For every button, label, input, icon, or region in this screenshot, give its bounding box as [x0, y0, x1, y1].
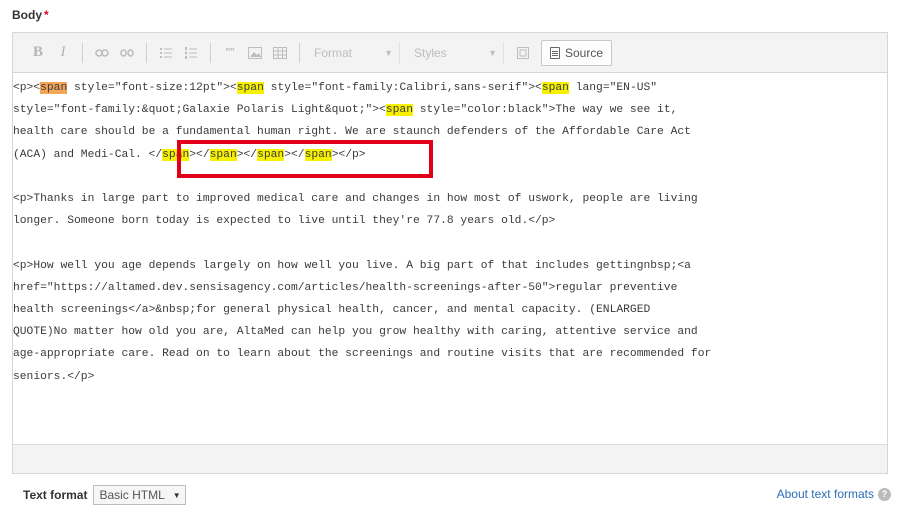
source-textarea[interactable]: <p><span style="font-size:12pt"><span st… [13, 74, 887, 444]
highlighted-span-tag: span [385, 104, 413, 117]
text-format-selector: Text format Basic HTML ▼ [23, 485, 186, 505]
source-text: <p>How well you age depends largely on h… [13, 259, 691, 272]
source-code-line: seniors.</p> [13, 366, 94, 388]
source-text: seniors.</p> [13, 370, 95, 383]
source-code-line: <p><span style="font-size:12pt"><span st… [13, 77, 657, 99]
source-code-line: href="https://altamed.dev.sensisagency.c… [13, 277, 677, 299]
toolbar-divider [299, 42, 300, 63]
maximize-icon[interactable] [512, 42, 534, 64]
source-code-line: age-appropriate care. Read on to learn a… [13, 343, 711, 365]
about-text-formats-link[interactable]: About text formats ? [777, 487, 891, 501]
source-text: longer. Someone born today is expected t… [13, 215, 556, 228]
styles-dropdown[interactable]: Styles ▼ [408, 41, 504, 64]
source-text: href="https://altamed.dev.sensisagency.c… [13, 281, 678, 294]
source-code-line: longer. Someone born today is expected t… [13, 210, 555, 232]
table-icon[interactable] [269, 42, 291, 64]
toolbar-divider [210, 42, 211, 63]
source-text: QUOTE)No matter how old you are, AltaMed… [13, 326, 698, 339]
highlighted-span-tag: span [236, 82, 264, 94]
toolbar-divider [146, 42, 147, 63]
source-text: lang="EN-US" [568, 82, 658, 94]
blockquote-button[interactable]: ”” [219, 42, 241, 64]
help-icon: ? [878, 487, 891, 501]
source-code-line: <p>How well you age depends largely on h… [13, 255, 691, 277]
source-text: style="font-size:12pt">< [67, 82, 237, 94]
current-match-span-tag: span [40, 82, 68, 94]
source-code-line: <p>Thanks in large part to improved medi… [13, 188, 698, 210]
highlighted-span-tag: span [541, 82, 569, 94]
source-text: health screenings</a>&nbsp;for general p… [13, 304, 651, 316]
numbered-list-icon[interactable] [180, 42, 202, 64]
source-text: age-appropriate care. Read on to learn a… [13, 348, 712, 361]
source-text: health care should be a fundamental huma… [13, 126, 691, 139]
document-icon [550, 46, 560, 59]
format-dropdown[interactable]: Format ▼ [308, 41, 400, 64]
source-text: style="color:black">The way we see it, [412, 104, 678, 117]
about-text-formats-label: About text formats [776, 487, 874, 501]
source-text: style="font-family:Calibri,sans-serif">< [263, 82, 542, 94]
highlight-annotation-box [177, 140, 433, 178]
source-text: (ACA) and Medi-Cal. </ [13, 148, 163, 161]
source-button[interactable]: Source [541, 39, 613, 66]
rich-text-editor: B I ”” Format ▼ Styles ▼ Source <p><span… [12, 32, 888, 474]
image-icon[interactable] [244, 42, 266, 64]
editor-toolbar: B I ”” Format ▼ Styles ▼ Source [13, 33, 887, 73]
editor-status-bar [13, 444, 887, 473]
italic-button[interactable]: I [52, 42, 74, 64]
body-label-text: Body [12, 8, 42, 22]
source-button-label: Source [565, 45, 604, 60]
source-text: <p>Thanks in large part to improved medi… [13, 193, 698, 205]
source-code-line: QUOTE)No matter how old you are, AltaMed… [13, 321, 698, 343]
format-dropdown-label: Format [314, 45, 353, 60]
source-text: style="font-family:&quot;Galaxie Polaris… [13, 104, 386, 117]
chevron-down-icon: ▼ [384, 47, 393, 58]
bold-button[interactable]: B [27, 42, 49, 64]
caret-down-icon: ▼ [172, 490, 181, 500]
source-code-line: health screenings</a>&nbsp;for general p… [13, 299, 650, 321]
text-format-label: Text format [23, 488, 88, 502]
link-icon[interactable] [91, 42, 113, 64]
required-marker: * [44, 8, 49, 22]
bulleted-list-icon[interactable] [155, 42, 177, 64]
text-format-value: Basic HTML [99, 488, 165, 502]
chevron-down-icon: ▼ [488, 47, 497, 58]
styles-dropdown-label: Styles [414, 45, 447, 60]
source-code-line: style="font-family:&quot;Galaxie Polaris… [13, 99, 677, 121]
source-text: <p>< [13, 82, 41, 94]
body-field-label: Body * [12, 8, 49, 22]
unlink-icon[interactable] [116, 42, 138, 64]
toolbar-divider [82, 42, 83, 63]
text-format-dropdown[interactable]: Basic HTML ▼ [93, 485, 186, 505]
